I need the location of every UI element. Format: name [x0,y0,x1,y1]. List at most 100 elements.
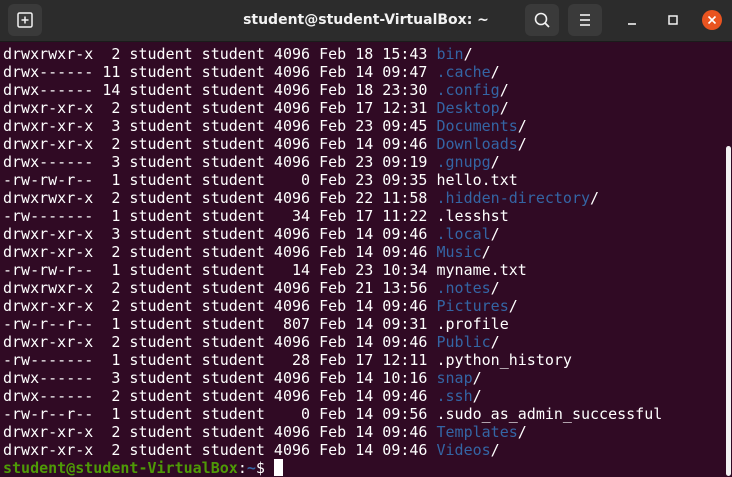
title-bar: student@student-VirtualBox: ~ [0,0,732,42]
listing-row: drwx------ 11 student student 4096 Feb 1… [3,63,724,81]
listing-row: drwxr-xr-x 2 student student 4096 Feb 14… [3,333,724,351]
directory-name: .hidden-directory [436,189,591,207]
listing-row: drwxrwxr-x 2 student student 4096 Feb 22… [3,189,724,207]
maximize-button[interactable] [662,9,684,31]
directory-name: Desktop [436,99,500,117]
file-name: hello.txt [436,171,518,189]
listing-row-metadata: drwxrwxr-x 2 student student 4096 Feb 21… [3,279,437,297]
directory-name: Pictures [436,297,509,315]
listing-row: drwxr-xr-x 2 student student 4096 Feb 14… [3,423,724,441]
listing-row: drwxr-xr-x 2 student student 4096 Feb 14… [3,297,724,315]
directory-name: bin [436,45,464,63]
menu-button[interactable] [568,4,602,36]
new-tab-icon [17,12,33,28]
listing-row: drwx------ 14 student student 4096 Feb 1… [3,81,724,99]
file-name: .lesshst [436,207,509,225]
directory-name: Public [436,333,491,351]
directory-slash: / [490,441,500,459]
directory-name: Music [436,243,482,261]
directory-name: .notes [436,279,491,297]
directory-slash: / [490,153,500,171]
search-button[interactable] [525,4,559,36]
listing-row: drwx------ 3 student student 4096 Feb 14… [3,369,724,387]
file-name: myname.txt [436,261,527,279]
listing-row-metadata: -rw------- 1 student student 28 Feb 17 1… [3,351,437,369]
directory-name: Templates [436,423,518,441]
search-icon [534,12,550,28]
directory-name: Videos [436,441,491,459]
listing-row: drwx------ 3 student student 4096 Feb 23… [3,153,724,171]
listing-row: drwx------ 2 student student 4096 Feb 14… [3,387,724,405]
listing-row: -rw-rw-r-- 1 student student 14 Feb 23 1… [3,261,724,279]
listing-row: drwxr-xr-x 2 student student 4096 Feb 14… [3,441,724,459]
listing-row-metadata: drwxrwxr-x 2 student student 4096 Feb 22… [3,189,437,207]
listing-row-metadata: drwxrwxr-x 2 student student 4096 Feb 18… [3,45,437,63]
listing-row: -rw-r--r-- 1 student student 0 Feb 14 09… [3,405,724,423]
scrollbar[interactable] [724,42,732,477]
directory-slash: / [490,333,500,351]
directory-slash: / [517,117,527,135]
directory-name: Documents [436,117,518,135]
listing-row-metadata: -rw-rw-r-- 1 student student 0 Feb 23 09… [3,171,437,189]
directory-slash: / [499,81,509,99]
listing-row-metadata: drwxr-xr-x 2 student student 4096 Feb 14… [3,441,437,459]
listing-row-metadata: -rw-r--r-- 1 student student 0 Feb 14 09… [3,405,437,423]
listing-row-metadata: drwx------ 2 student student 4096 Feb 14… [3,387,437,405]
close-button[interactable] [701,9,723,31]
directory-name: .ssh [436,387,473,405]
close-icon [702,10,722,30]
directory-slash: / [463,45,473,63]
directory-name: .gnupg [436,153,491,171]
minimize-button[interactable] [621,9,643,31]
directory-name: .cache [436,63,491,81]
listing-row: drwxr-xr-x 3 student student 4096 Feb 23… [3,117,724,135]
listing-row: drwxrwxr-x 2 student student 4096 Feb 21… [3,279,724,297]
listing-row-metadata: drwxr-xr-x 3 student student 4096 Feb 23… [3,117,437,135]
listing-row-metadata: -rw-r--r-- 1 student student 807 Feb 14 … [3,315,437,333]
directory-slash: / [472,387,482,405]
directory-name: snap [436,369,473,387]
minimize-icon [628,23,636,25]
listing-row-metadata: drwxr-xr-x 3 student student 4096 Feb 14… [3,225,437,243]
listing-row-metadata: drwx------ 14 student student 4096 Feb 1… [3,81,437,99]
listing-row-metadata: drwxr-xr-x 2 student student 4096 Feb 17… [3,99,437,117]
listing-row-metadata: drwxr-xr-x 2 student student 4096 Feb 14… [3,243,437,261]
listing-row-metadata: drwx------ 11 student student 4096 Feb 1… [3,63,437,81]
directory-name: .config [436,81,500,99]
listing-row-metadata: -rw------- 1 student student 34 Feb 17 1… [3,207,437,225]
terminal-output[interactable]: drwxrwxr-x 2 student student 4096 Feb 18… [0,42,724,477]
directory-slash: / [590,189,600,207]
scrollbar-thumb[interactable] [726,146,731,476]
listing-row-metadata: drwxr-xr-x 2 student student 4096 Feb 14… [3,297,437,315]
directory-slash: / [508,297,518,315]
file-name: .python_history [436,351,572,369]
new-tab-button[interactable] [8,4,42,36]
directory-slash: / [490,279,500,297]
listing-row: -rw-rw-r-- 1 student student 0 Feb 23 09… [3,171,724,189]
directory-name: .local [436,225,491,243]
text-cursor [273,459,283,476]
directory-slash: / [490,225,500,243]
listing-row: drwxr-xr-x 2 student student 4096 Feb 14… [3,243,724,261]
prompt-line[interactable]: student@student-VirtualBox:~$ [3,459,724,477]
directory-slash: / [517,135,527,153]
file-name: .profile [436,315,509,333]
maximize-icon [668,15,678,25]
directory-slash: / [472,369,482,387]
listing-row: -rw-r--r-- 1 student student 807 Feb 14 … [3,315,724,333]
listing-row: drwxr-xr-x 3 student student 4096 Feb 14… [3,225,724,243]
directory-name: Downloads [436,135,518,153]
listing-row-metadata: drwx------ 3 student student 4096 Feb 23… [3,153,437,171]
terminal-window: student@student-VirtualBox: ~ drwxrwxr-x… [0,0,732,477]
prompt-separator: : [237,459,247,477]
directory-listing: drwxrwxr-x 2 student student 4096 Feb 18… [3,45,724,459]
listing-row: drwxr-xr-x 2 student student 4096 Feb 14… [3,135,724,153]
prompt-path: ~ [246,459,256,477]
listing-row: -rw------- 1 student student 28 Feb 17 1… [3,351,724,369]
directory-slash: / [499,99,509,117]
prompt-symbol: $ [255,459,274,477]
listing-row-metadata: drwxr-xr-x 2 student student 4096 Feb 14… [3,333,437,351]
listing-row-metadata: drwxr-xr-x 2 student student 4096 Feb 14… [3,423,437,441]
listing-row: -rw------- 1 student student 34 Feb 17 1… [3,207,724,225]
directory-slash: / [481,243,491,261]
